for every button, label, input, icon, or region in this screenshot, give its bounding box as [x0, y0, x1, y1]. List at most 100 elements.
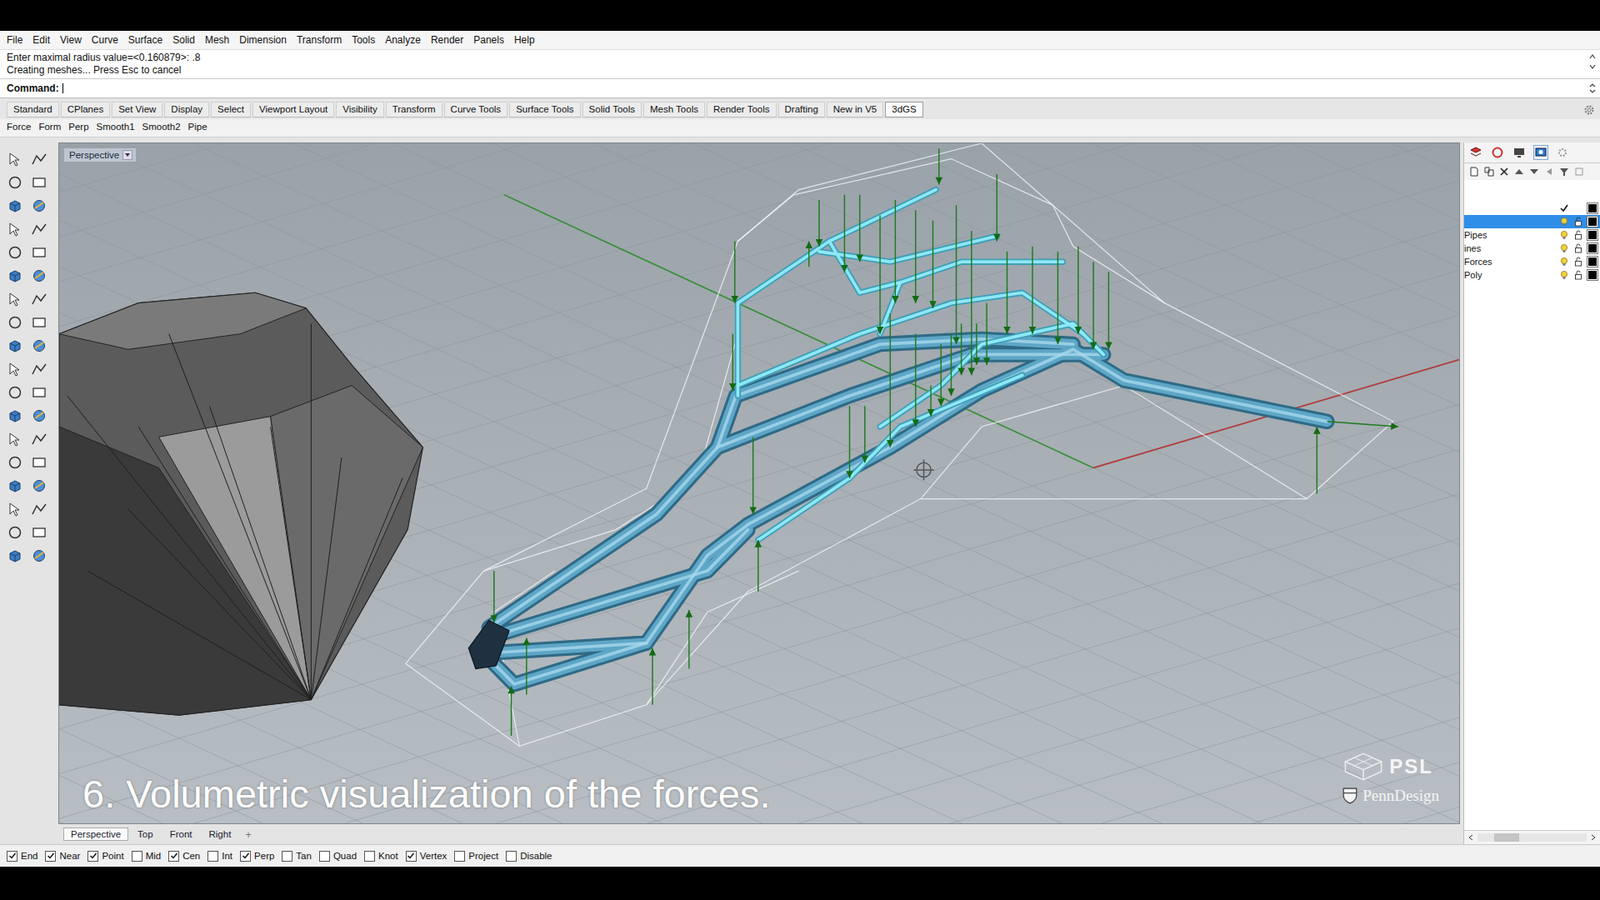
viewport-tab[interactable]: Perspective: [63, 827, 129, 841]
move-up-icon[interactable]: [1514, 166, 1525, 177]
new-sublayer-icon[interactable]: [1484, 166, 1495, 177]
tool-button[interactable]: [27, 357, 50, 380]
layer-color-swatch[interactable]: [1587, 270, 1598, 280]
layer-row[interactable]: [1464, 201, 1600, 215]
tool-button[interactable]: [3, 194, 26, 217]
menu-item[interactable]: Panels: [473, 34, 505, 46]
command-input[interactable]: [62, 82, 1589, 95]
filter-icon[interactable]: [1559, 166, 1570, 177]
toolbar-tab[interactable]: Solid Tools: [582, 101, 642, 118]
toolbar-tab[interactable]: Render Tools: [706, 101, 777, 118]
scroll-right-icon[interactable]: [1590, 834, 1597, 841]
toolbar-tab[interactable]: Viewport Layout: [252, 101, 335, 118]
tool-button[interactable]: [27, 474, 50, 497]
osnap-checkbox[interactable]: [168, 850, 180, 862]
tool-button[interactable]: [27, 450, 50, 474]
display-tab-icon[interactable]: [1512, 145, 1526, 160]
tool-button[interactable]: [27, 170, 50, 194]
toolbar-tab[interactable]: Mesh Tools: [643, 101, 705, 118]
tool-button[interactable]: [27, 520, 50, 544]
plugin-command-button[interactable]: Form: [38, 120, 61, 134]
properties-tab-icon[interactable]: [1490, 145, 1505, 160]
viewport-tab[interactable]: Front: [162, 827, 200, 841]
tool-button[interactable]: [3, 357, 26, 380]
plugin-command-button[interactable]: Force: [6, 120, 31, 134]
layer-row[interactable]: Poly: [1464, 268, 1600, 282]
osnap-checkbox[interactable]: [405, 850, 417, 862]
osnap-checkbox[interactable]: [240, 850, 251, 862]
tool-button[interactable]: [3, 544, 26, 567]
lock-icon[interactable]: [1573, 243, 1584, 254]
menu-item[interactable]: Solid: [172, 34, 195, 46]
lock-icon[interactable]: [1573, 256, 1584, 267]
osnap-toggle[interactable]: Perp: [240, 850, 275, 862]
tool-button[interactable]: [27, 497, 50, 520]
tool-button[interactable]: [3, 474, 26, 497]
viewport-label[interactable]: Perspective: [64, 148, 136, 162]
tool-button[interactable]: [27, 334, 50, 357]
force-polyhedron[interactable]: [59, 292, 423, 715]
osnap-toggle[interactable]: Knot: [364, 850, 399, 862]
plugin-command-button[interactable]: Smooth1: [96, 120, 135, 134]
tool-button[interactable]: [3, 217, 26, 240]
menu-item[interactable]: Surface: [128, 34, 163, 46]
horizontal-scrollbar[interactable]: [1464, 830, 1600, 845]
plugin-command-button[interactable]: Smooth2: [142, 120, 181, 134]
tool-button[interactable]: [3, 147, 26, 170]
layer-color-swatch[interactable]: [1587, 256, 1598, 267]
back-icon[interactable]: [1544, 166, 1555, 177]
tool-button[interactable]: [27, 147, 50, 170]
layer-color-swatch[interactable]: [1587, 243, 1598, 254]
tool-button[interactable]: [27, 404, 50, 427]
render-tab-icon[interactable]: [1534, 145, 1548, 160]
osnap-checkbox[interactable]: [364, 850, 375, 862]
layer-row[interactable]: Forces: [1464, 255, 1600, 269]
plugin-command-button[interactable]: Pipe: [188, 120, 208, 134]
tool-button[interactable]: [27, 287, 50, 310]
toolbar-tab[interactable]: New in V5: [826, 101, 884, 118]
layer-color-swatch[interactable]: [1587, 230, 1598, 240]
dropdown-arrow-icon[interactable]: [122, 150, 133, 160]
toolbar-tab[interactable]: Surface Tools: [509, 101, 580, 118]
layer-row[interactable]: Pipes: [1464, 228, 1600, 242]
tool-button[interactable]: [3, 427, 26, 450]
osnap-toggle[interactable]: Near: [45, 850, 80, 862]
panel-options-icon[interactable]: [1555, 145, 1570, 160]
osnap-toggle[interactable]: Tan: [281, 850, 312, 862]
osnap-checkbox[interactable]: [454, 850, 465, 862]
osnap-toggle[interactable]: Vertex: [405, 850, 448, 862]
osnap-checkbox[interactable]: [87, 850, 99, 862]
menu-item[interactable]: Mesh: [205, 34, 230, 46]
light-bulb-icon[interactable]: [1559, 270, 1570, 280]
layer-row[interactable]: [1464, 215, 1600, 229]
osnap-checkbox[interactable]: [505, 850, 517, 862]
toolbar-tab[interactable]: CPlanes: [60, 101, 110, 118]
add-viewport-tab[interactable]: +: [240, 828, 257, 841]
viewport-tab[interactable]: Top: [130, 827, 161, 841]
light-bulb-icon[interactable]: [1559, 216, 1570, 227]
pipe-members[interactable]: [468, 339, 1327, 685]
toolbar-tab[interactable]: Standard: [6, 101, 60, 118]
toolbar-tab[interactable]: Set View: [111, 101, 163, 118]
menu-item[interactable]: Dimension: [239, 34, 287, 46]
tool-button[interactable]: [3, 264, 26, 287]
tool-button[interactable]: [3, 240, 26, 264]
osnap-checkbox[interactable]: [45, 850, 56, 862]
scroll-thumb[interactable]: [1494, 833, 1520, 842]
osnap-checkbox[interactable]: [319, 850, 330, 862]
tool-button[interactable]: [27, 240, 50, 264]
tool-button[interactable]: [27, 264, 50, 287]
tool-button[interactable]: [3, 450, 26, 474]
tool-button[interactable]: [3, 404, 26, 427]
tool-button[interactable]: [27, 544, 50, 567]
new-layer-icon[interactable]: [1469, 166, 1480, 177]
toolbar-tab[interactable]: Select: [210, 101, 251, 118]
more-icon[interactable]: [1574, 166, 1585, 177]
3d-scene[interactable]: [59, 143, 1460, 824]
osnap-toggle[interactable]: End: [6, 850, 38, 862]
scroll-left-icon[interactable]: [1467, 834, 1475, 841]
layer-color-swatch[interactable]: [1587, 216, 1598, 227]
osnap-toggle[interactable]: Mid: [131, 850, 162, 862]
tool-button[interactable]: [27, 194, 50, 217]
command-scroll-icon[interactable]: [1588, 81, 1597, 95]
